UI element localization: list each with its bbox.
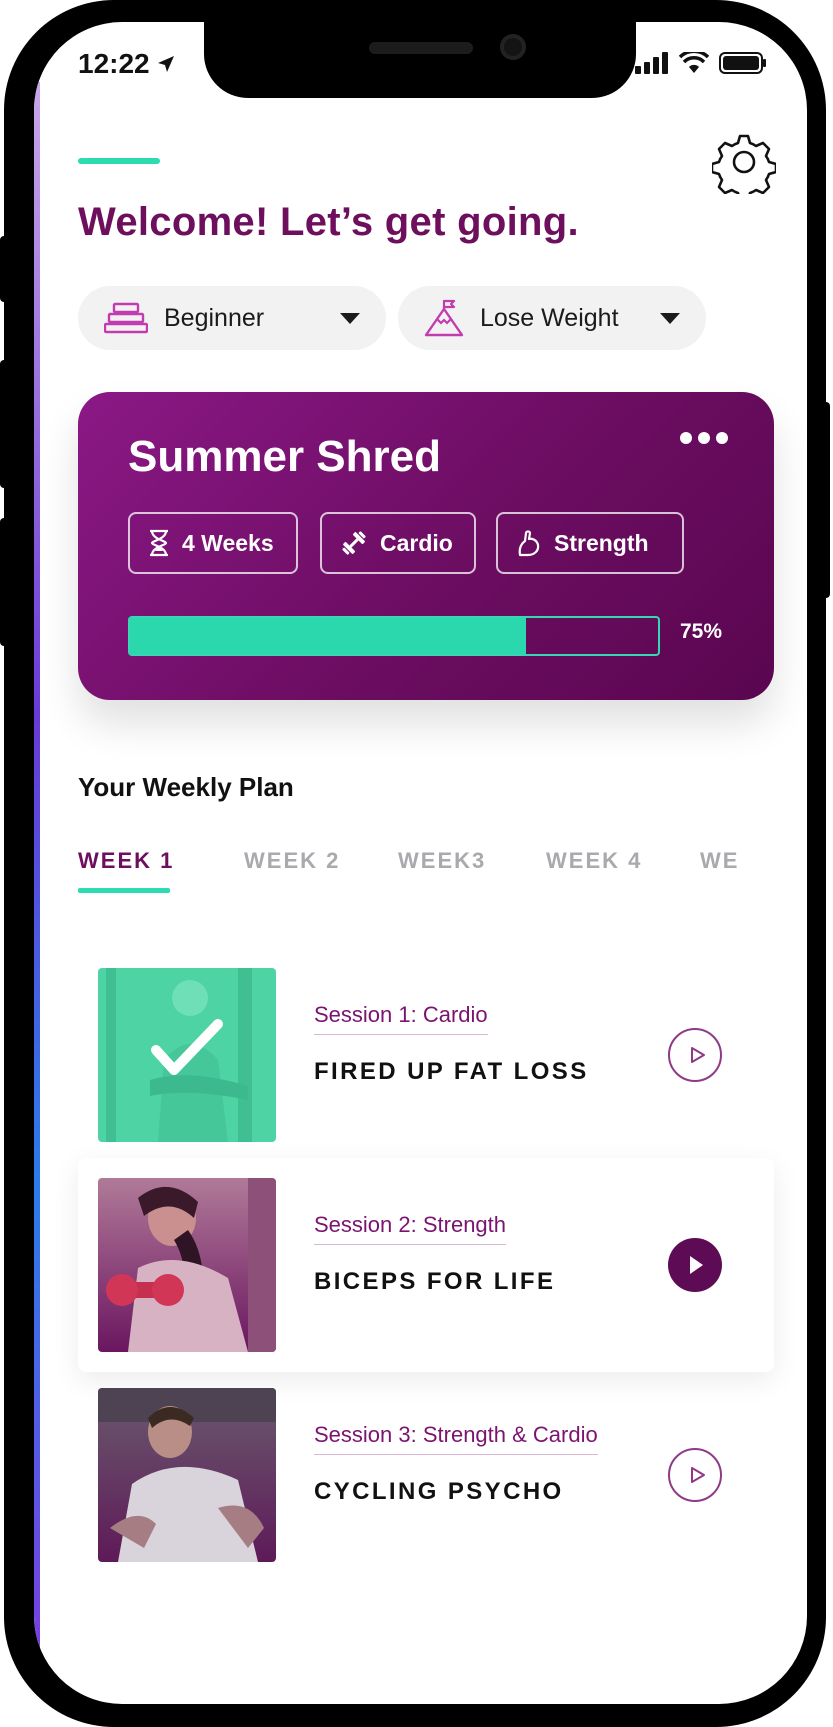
- session-subtitle: Session 1: Cardio: [314, 1002, 488, 1035]
- play-icon: [691, 1467, 705, 1483]
- phone-frame: 12:22 Welcome! Let’s get going. Beginner…: [0, 0, 830, 1727]
- play-button[interactable]: [668, 1448, 722, 1502]
- welcome-heading: Welcome! Let’s get going.: [78, 200, 579, 244]
- status-icons: [635, 52, 767, 74]
- goal-dropdown[interactable]: Lose Weight: [398, 286, 706, 350]
- session-subtitle: Session 2: Strength: [314, 1212, 507, 1245]
- more-dot: [698, 432, 710, 444]
- wifi-icon: [679, 52, 709, 73]
- workout-photo-cycling: [98, 1388, 276, 1562]
- more-options-button[interactable]: [680, 432, 728, 444]
- play-icon: [690, 1256, 703, 1274]
- tab-week-2[interactable]: WEEK 2: [244, 848, 340, 874]
- level-dropdown-label: Beginner: [164, 303, 265, 332]
- session-item[interactable]: Session 3: Strength & Cardio CYCLING PSY…: [78, 1368, 774, 1582]
- session-name: FIRED UP FAT LOSS: [314, 1058, 589, 1085]
- battery-icon: [719, 52, 766, 74]
- mountain-flag-icon: [424, 299, 464, 337]
- power-button: [816, 402, 830, 598]
- plan-title: Summer Shred: [128, 432, 441, 481]
- session-thumbnail: [98, 1388, 276, 1562]
- speaker: [369, 42, 473, 54]
- active-tab-indicator: [78, 888, 170, 893]
- stacked-layers-icon: [104, 302, 148, 334]
- play-button[interactable]: [668, 1028, 722, 1082]
- duration-tag: 4 Weeks: [128, 512, 298, 574]
- play-icon: [691, 1047, 705, 1063]
- tab-week-3[interactable]: WEEK3: [398, 848, 486, 874]
- week-tabs: WEEK 1 WEEK 2 WEEK3 WEEK 4 WE: [78, 848, 807, 908]
- chevron-down-icon: [340, 312, 360, 324]
- plan-progress-bar: [128, 616, 660, 656]
- tab-week-4[interactable]: WEEK 4: [546, 848, 642, 874]
- volume-down-button: [0, 518, 14, 646]
- duration-tag-label: 4 Weeks: [182, 529, 274, 556]
- workout-photo-biceps: [98, 1178, 276, 1352]
- header-accent-line: [78, 158, 160, 164]
- cardio-tag-label: Cardio: [380, 529, 453, 556]
- session-thumbnail: [98, 968, 276, 1142]
- workout-photo-completed: [98, 968, 276, 1142]
- dumbbell-icon: [342, 531, 366, 555]
- plan-card[interactable]: Summer Shred 4 Weeks Cardio Strength 75%: [78, 392, 774, 700]
- session-item[interactable]: Session 2: Strength BICEPS FOR LIFE: [78, 1158, 774, 1372]
- plan-progress-label: 75%: [680, 620, 723, 643]
- session-item[interactable]: Session 1: Cardio FIRED UP FAT LOSS: [78, 948, 774, 1162]
- settings-button[interactable]: [710, 130, 778, 202]
- status-time: 12:22: [78, 48, 176, 80]
- more-dot: [680, 432, 692, 444]
- gear-icon: [710, 134, 778, 202]
- level-dropdown[interactable]: Beginner: [78, 286, 386, 350]
- session-thumbnail: [98, 1178, 276, 1352]
- plan-progress-fill: [130, 618, 526, 654]
- session-name: BICEPS FOR LIFE: [314, 1268, 556, 1295]
- goal-dropdown-label: Lose Weight: [480, 303, 619, 332]
- front-camera: [500, 34, 526, 60]
- strength-tag: Strength: [496, 512, 684, 574]
- location-arrow-icon: [157, 56, 174, 72]
- tab-week-1[interactable]: WEEK 1: [78, 848, 174, 874]
- more-dot: [716, 432, 728, 444]
- session-subtitle: Session 3: Strength & Cardio: [314, 1422, 598, 1455]
- session-name: CYCLING PSYCHO: [314, 1478, 564, 1505]
- volume-up-button: [0, 360, 14, 488]
- weekly-plan-heading: Your Weekly Plan: [78, 772, 294, 802]
- strength-tag-label: Strength: [554, 529, 649, 556]
- play-button[interactable]: [668, 1238, 722, 1292]
- status-time-text: 12:22: [78, 48, 150, 79]
- cardio-tag: Cardio: [320, 512, 476, 574]
- signal-icon: [635, 52, 668, 74]
- mute-switch: [0, 236, 14, 302]
- hourglass-icon: [150, 529, 168, 557]
- tab-week-5[interactable]: WE: [700, 848, 739, 874]
- flexed-arm-icon: [518, 530, 540, 557]
- app-screen: 12:22 Welcome! Let’s get going. Beginner…: [34, 22, 807, 1704]
- chevron-down-icon: [660, 312, 680, 324]
- screen-edge: [34, 82, 40, 1662]
- notch: [204, 22, 636, 98]
